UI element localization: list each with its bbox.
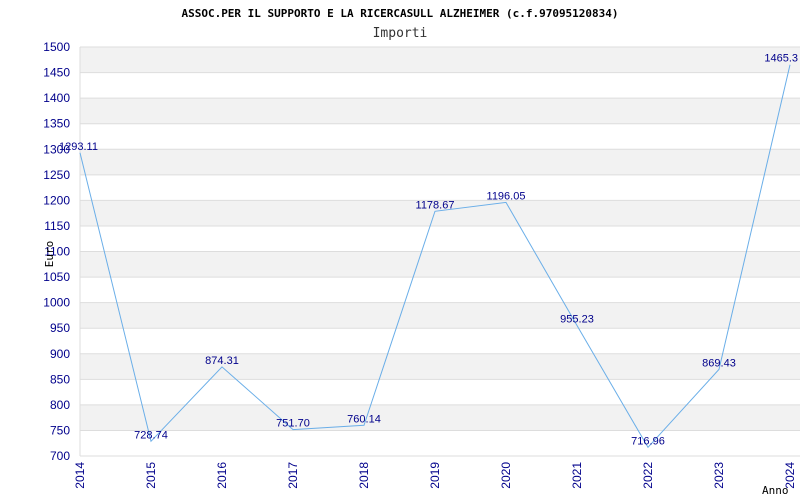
- y-tick-label: 800: [50, 398, 70, 412]
- data-label: 716.96: [631, 435, 665, 447]
- x-tick-label: 2018: [357, 462, 371, 489]
- grid-band: [80, 47, 800, 73]
- x-tick-label: 2023: [712, 462, 726, 489]
- y-tick-label: 850: [50, 372, 70, 386]
- grid-band: [80, 404, 800, 431]
- data-label: 955.23: [560, 314, 594, 326]
- y-tick-label: 900: [50, 347, 70, 361]
- y-tick-label: 950: [50, 321, 70, 335]
- y-tick-label: 1350: [43, 117, 70, 131]
- x-tick-label: 2016: [215, 462, 229, 489]
- grid-band: [80, 353, 800, 380]
- y-tick-label: 1200: [43, 193, 70, 207]
- y-tick-label: 1050: [43, 270, 70, 284]
- y-tick-label: 1250: [43, 168, 70, 182]
- y-tick-label: 1500: [43, 40, 70, 54]
- chart-subtitle: Importi: [373, 26, 428, 41]
- y-tick-label: 1000: [43, 296, 70, 310]
- x-tick-label: 2019: [428, 462, 442, 489]
- data-label: 874.31: [205, 355, 239, 367]
- data-label: 1293.11: [59, 141, 98, 153]
- grid-bands: [79, 46, 800, 457]
- x-tick-labels: 2014 2015 2016 2017 2018 2019 2020 2021 2022 2023…: [73, 462, 797, 489]
- x-tick-label: 2022: [641, 462, 655, 489]
- data-label: 760.14: [347, 413, 381, 425]
- x-tick-label: 2014: [73, 462, 87, 489]
- data-label: 1196.05: [487, 190, 526, 202]
- line-chart: 7007508008509009501000105011001150120012…: [43, 7, 800, 497]
- x-tick-label: 2015: [144, 462, 158, 489]
- data-label: 869.43: [702, 357, 736, 369]
- x-tick-label: 2017: [286, 462, 300, 489]
- grid-band: [80, 98, 800, 124]
- data-label: 1465.3: [764, 53, 798, 65]
- data-label: 751.70: [276, 418, 310, 430]
- y-axis-label: Euro: [43, 241, 56, 268]
- y-tick-label: 1150: [44, 219, 70, 233]
- x-axis-label: Anno: [762, 484, 789, 497]
- data-label: 1178.67: [416, 199, 455, 211]
- grid-band: [80, 251, 800, 278]
- y-tick-label: 700: [50, 449, 70, 463]
- grid-band: [80, 149, 800, 175]
- chart-title: ASSOC.PER IL SUPPORTO E LA RICERCASULL A…: [181, 7, 618, 20]
- grid-band: [80, 302, 800, 329]
- x-tick-label: 2021: [570, 462, 584, 489]
- x-tick-label: 2020: [499, 462, 513, 489]
- y-tick-label: 750: [50, 423, 70, 437]
- y-tick-label: 1450: [43, 66, 70, 80]
- y-tick-label: 1400: [43, 91, 70, 105]
- data-label: 728.74: [134, 429, 168, 441]
